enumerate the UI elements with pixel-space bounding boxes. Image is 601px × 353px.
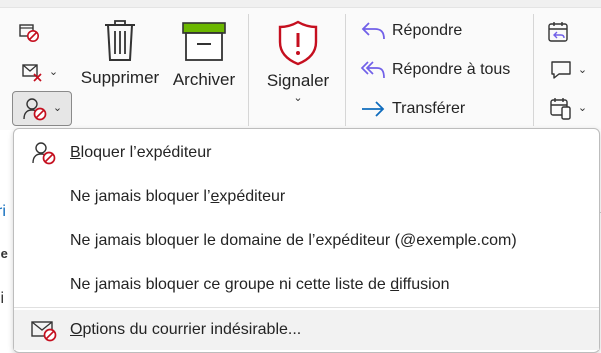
reply-all-label: Répondre à tous <box>392 61 511 78</box>
menu-item-label: Ne jamais bloquer le domaine de l’expédi… <box>70 232 517 249</box>
delete-label: Supprimer <box>80 68 160 87</box>
chevron-down-icon: ⌄ <box>577 63 588 76</box>
ignore-icon <box>19 24 39 42</box>
background-text-fragment: ie <box>0 246 8 261</box>
archive-button[interactable]: Archiver <box>168 22 240 90</box>
menu-item-label: Ne jamais bloquer ce groupe ni cette lis… <box>70 276 450 294</box>
chevron-down-icon: ⌄ <box>48 65 59 78</box>
chevron-down-icon: ⌄ <box>577 101 588 114</box>
junk-button[interactable]: ⌄ <box>12 91 72 126</box>
menu-item-label: Ne jamais bloquer l’expéditeur <box>70 188 285 206</box>
menu-item-never-block-sender[interactable]: Ne jamais bloquer l’expéditeur <box>14 177 599 217</box>
menu-item-label: Bloquer l’expéditeur <box>70 144 211 162</box>
report-button[interactable]: Signaler ⌄ <box>260 20 336 104</box>
ribbon-top-border <box>0 0 601 8</box>
chat-icon <box>551 61 571 79</box>
menu-item-label: Options du courrier indésirable... <box>70 321 301 339</box>
more-respond-button[interactable]: ⌄ <box>543 94 593 122</box>
shield-alert-icon <box>278 20 318 66</box>
chevron-down-icon: ⌄ <box>52 102 63 114</box>
delete-button[interactable]: Supprimer <box>78 18 162 88</box>
label-rest: loquer l’expéditeur <box>80 144 212 161</box>
calendar-mobile-icon <box>550 98 571 120</box>
forward-button[interactable]: Transférer <box>360 96 465 122</box>
chevron-down-icon: ⌄ <box>293 92 303 104</box>
ribbon: ⌄ ⌄ Supprimer Archiver Signaler ⌄ Répond… <box>0 0 601 130</box>
background-text-fragment: li <box>0 290 5 307</box>
background-text-fragment: ri <box>0 203 6 220</box>
junk-mail-icon <box>31 321 57 342</box>
label-part: Ne jamais bloquer ce groupe ni cette lis… <box>70 276 391 293</box>
report-label: Signaler <box>266 71 330 90</box>
clean-up-icon <box>22 64 42 82</box>
forward-arrow-icon <box>362 101 385 117</box>
calendar-reply-icon <box>548 22 568 42</box>
ribbon-separator <box>345 14 346 126</box>
forward-label: Transférer <box>392 100 466 117</box>
label-part: Ne jamais bloquer l’ <box>70 188 211 205</box>
trash-icon <box>105 20 135 61</box>
reply-button[interactable]: Répondre <box>360 18 462 44</box>
menu-item-never-block-domain[interactable]: Ne jamais bloquer le domaine de l’expédi… <box>14 221 599 261</box>
reply-all-button[interactable]: Répondre à tous <box>360 57 510 83</box>
block-sender-icon <box>32 142 56 165</box>
junk-dropdown-menu: Bloquer l’expéditeur Ne jamais bloquer l… <box>13 128 600 353</box>
im-reply-button[interactable]: ⌄ <box>543 56 593 84</box>
ribbon-separator <box>533 14 534 126</box>
archive-label: Archiver <box>172 70 236 89</box>
reply-label: Répondre <box>392 22 463 39</box>
menu-item-block-sender[interactable]: Bloquer l’expéditeur <box>14 133 599 173</box>
menu-separator <box>14 307 599 308</box>
archive-icon <box>182 22 226 61</box>
access-key: O <box>70 321 83 338</box>
access-key: B <box>70 144 81 161</box>
background-pane <box>0 130 14 353</box>
label-part: iffusion <box>399 276 450 293</box>
label-rest: ptions du courrier indésirable... <box>82 321 302 338</box>
reply-icon <box>361 22 385 40</box>
meeting-reply-button[interactable] <box>543 18 573 46</box>
label-part: xpéditeur <box>219 188 286 205</box>
access-key: d <box>390 276 400 293</box>
menu-item-never-block-group[interactable]: Ne jamais bloquer ce groupe ni cette lis… <box>14 265 599 305</box>
reply-all-icon <box>360 61 385 79</box>
menu-item-junk-options[interactable]: Options du courrier indésirable... <box>14 310 599 350</box>
block-sender-icon <box>23 97 47 120</box>
clean-up-button[interactable]: ⌄ <box>14 58 64 86</box>
ribbon-separator <box>248 14 249 126</box>
ignore-button[interactable] <box>14 18 44 46</box>
